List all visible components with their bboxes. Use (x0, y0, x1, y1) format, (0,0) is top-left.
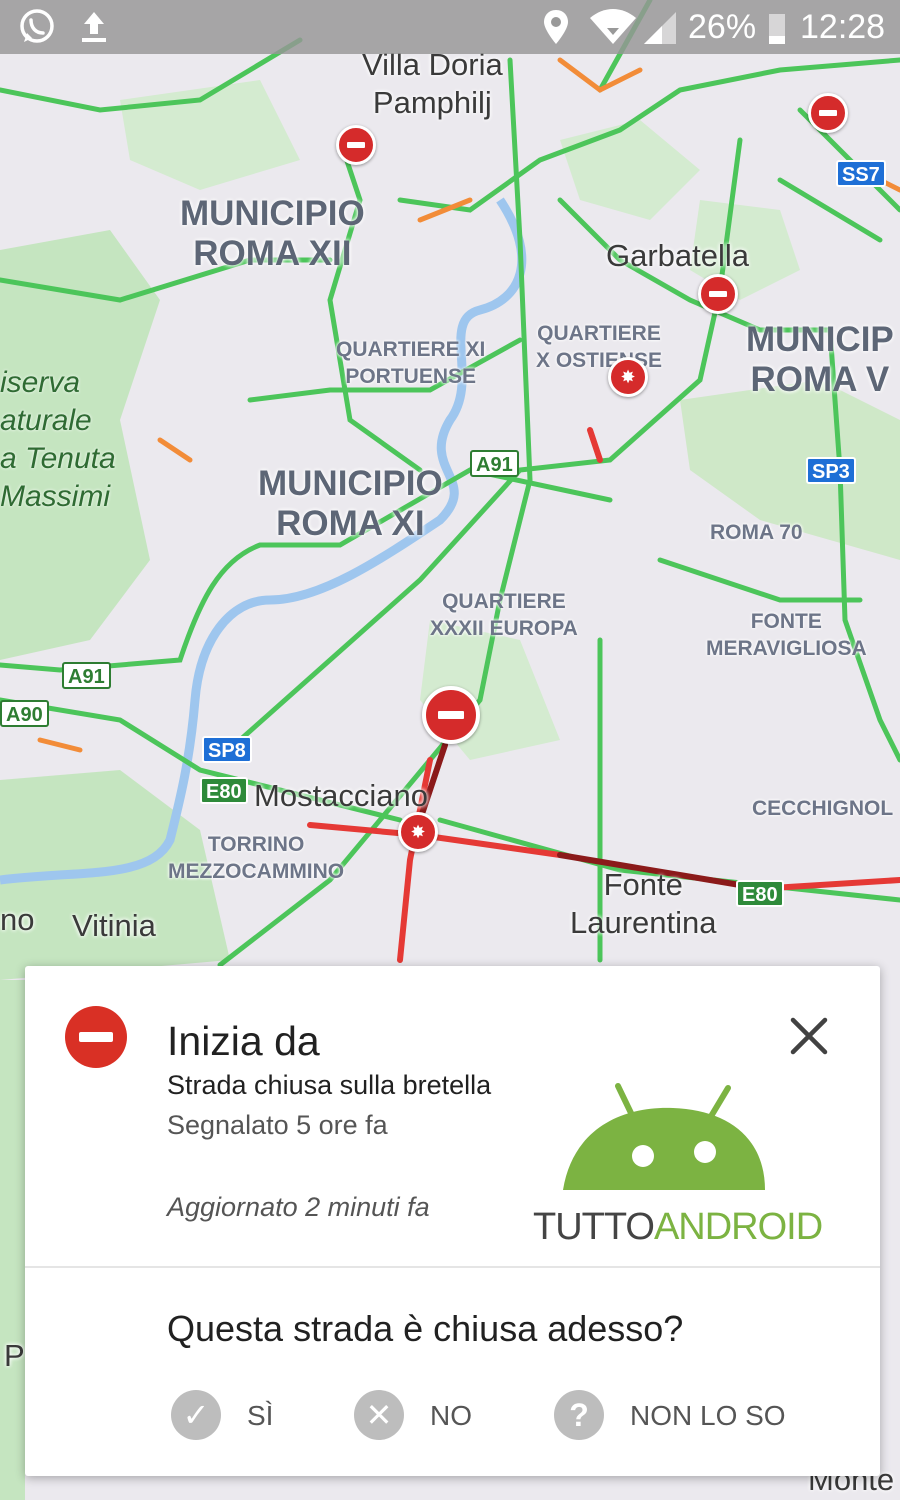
quartiere-portuense: QUARTIERE XI PORTUENSE (336, 338, 486, 388)
place-villa-doria: Villa Doria Pamphilj (362, 47, 503, 120)
place-fonte-laurentina: Fonte Laurentina (570, 867, 717, 940)
updated-time: Aggiornato 2 minuti fa (167, 1192, 430, 1222)
close-icon[interactable] (787, 1014, 831, 1058)
check-icon: ✓ (171, 1390, 221, 1440)
reported-time: Segnalato 5 ore fa (167, 1110, 388, 1140)
accident-marker[interactable]: ✸ (398, 812, 438, 852)
shield-e80-right: E80 (736, 880, 784, 907)
clock: 12:28 (800, 8, 886, 46)
signal-icon (644, 12, 676, 44)
whatsapp-icon (20, 9, 54, 43)
quartiere-fonte-meravigliosa: FONTE MERAVIGLIOSA (706, 610, 867, 660)
shield-a91-left: A91 (62, 662, 111, 689)
shield-e80-left: E80 (200, 777, 248, 804)
shield-sp3: SP3 (806, 457, 856, 484)
closure-question: Questa strada è chiusa adesso? (167, 1308, 684, 1349)
incident-card: Inizia da Strada chiusa sulla bretella S… (25, 966, 880, 1476)
watermark-logo: TUTTOANDROID (533, 1078, 823, 1248)
road-closed-marker[interactable] (698, 274, 738, 314)
card-subtitle: Strada chiusa sulla bretella (167, 1070, 492, 1100)
municipio-roma-xii: MUNICIPIO ROMA XII (180, 194, 365, 273)
shield-sp8: SP8 (202, 736, 252, 763)
shield-a90: A90 (0, 700, 49, 727)
municipio-roma-xi: MUNICIPIO ROMA XI (258, 464, 443, 543)
watermark-text: TUTTOANDROID (533, 1206, 823, 1248)
quartiere-torrino: TORRINO MEZZOCAMMINO (168, 833, 345, 883)
answer-no-button[interactable]: ✕ NO (354, 1390, 504, 1442)
quartiere-cecchignola: CECCHIGNOL (752, 797, 894, 820)
road-closed-marker[interactable] (808, 93, 848, 133)
x-icon: ✕ (354, 1390, 404, 1440)
question-icon: ? (554, 1390, 604, 1440)
android-logo (563, 1083, 765, 1190)
location-icon (544, 10, 568, 44)
place-partial-p: P (4, 1338, 25, 1373)
place-partial-no: no (0, 902, 35, 937)
answer-dont-know-button[interactable]: ? NON LO SO (554, 1390, 804, 1442)
road-closed-icon (65, 1006, 127, 1068)
wifi-icon (590, 9, 636, 44)
road-closed-marker-selected[interactable] (422, 686, 480, 744)
road-closed-marker[interactable] (336, 125, 376, 165)
quartiere-roma70: ROMA 70 (710, 521, 803, 544)
place-garbatella: Garbatella (606, 238, 750, 273)
park-label: iserva aturale a Tenuta Massimi (0, 366, 116, 513)
answer-yes-button[interactable]: ✓ SÌ (171, 1390, 311, 1442)
card-title: Inizia da (167, 1018, 320, 1064)
quartiere-europa: QUARTIERE XXXII EUROPA (430, 590, 578, 640)
status-bar: 26% 12:28 (0, 0, 900, 54)
municipio-roma-v: MUNICIP ROMA V (746, 320, 894, 399)
upload-icon (82, 12, 106, 42)
shield-a91-top: A91 (470, 450, 519, 477)
place-mostacciano: Mostacciano (254, 778, 429, 813)
shield-ss7: SS7 (836, 160, 886, 187)
accident-marker[interactable]: ✸ (608, 357, 648, 397)
divider (25, 1266, 880, 1268)
battery-icon (769, 14, 785, 44)
place-vitinia: Vitinia (72, 908, 156, 943)
battery-percent: 26% (688, 8, 757, 46)
